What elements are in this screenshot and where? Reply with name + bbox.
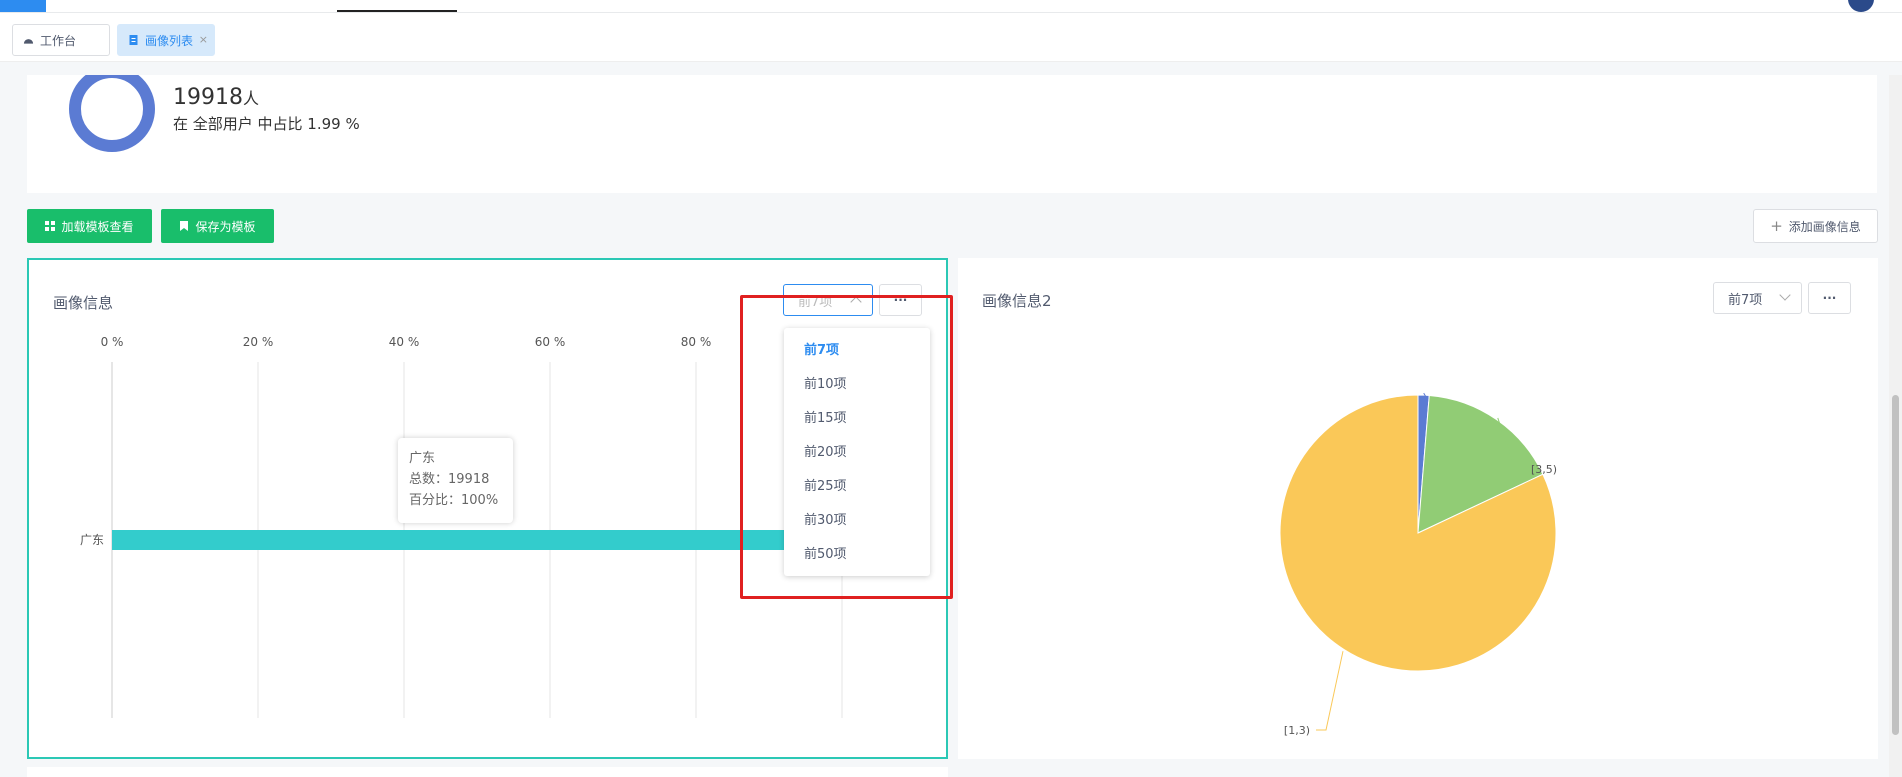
x-tick-label: 60 % [535,335,566,349]
pie-label: [1,3) [1284,724,1310,737]
tooltip-percent: 百分比：100% [409,493,499,508]
bar-guangdong [112,530,842,550]
next-card-edge [27,767,948,777]
top-nav-bar [0,0,1902,13]
profile-card-2: 画像信息2 前7项 ··· [5,10)[3,5)[1,3) [958,258,1878,759]
y-category-label: 广东 [80,533,104,547]
x-tick-label: 0 % [101,335,124,349]
button-label: 加载模板查看 [61,219,134,234]
button-label: 添加画像信息 [1788,219,1861,234]
logo-block [0,0,46,12]
summary-description: 在 全部用户 中占比 1.99 % [173,115,360,133]
x-tick-label: 80 % [681,335,712,349]
tab-profile-list[interactable]: 画像列表 × [117,24,215,56]
add-profile-button[interactable]: + 添加画像信息 [1753,209,1878,243]
document-icon [129,35,138,45]
plus-icon: + [1770,217,1783,235]
x-tick-label: 20 % [243,335,274,349]
scrollbar-thumb[interactable] [1892,395,1899,735]
pie-label-line [1316,651,1344,731]
summary-count: 19918人 [173,85,259,110]
tab-workbench[interactable]: 工作台 [12,24,110,56]
load-template-button[interactable]: 加载模板查看 [27,209,152,243]
avatar[interactable] [1848,0,1874,12]
close-icon[interactable]: × [199,33,208,46]
x-tick-label: 40 % [389,335,420,349]
pie-chart: [5,10)[3,5)[1,3) [958,258,1878,759]
button-label: 保存为模板 [195,219,256,234]
page-scrollbar[interactable] [1889,75,1902,777]
dashboard-icon [23,39,34,44]
summary-panel [27,75,1877,193]
tab-label: 画像列表 [145,33,194,48]
tooltip-title: 广东 [409,451,436,466]
grid-icon [45,221,56,231]
highlight-box [740,295,953,599]
save-template-button[interactable]: 保存为模板 [161,209,274,243]
tab-label: 工作台 [40,33,77,48]
main-content: 19918人 在 全部用户 中占比 1.99 % 加载模板查看 保存为模板 + … [0,75,1902,777]
bookmark-icon [180,221,189,231]
count-value: 19918 [173,85,243,110]
tabs-bar: 工作台 画像列表 × [0,13,1902,62]
chart-tooltip: 广东 总数：19918 百分比：100% [398,438,513,523]
count-unit: 人 [243,89,260,108]
tooltip-total: 总数：19918 [409,472,490,487]
active-menu-underline [337,10,457,12]
pie-label: [3,5) [1531,463,1557,476]
